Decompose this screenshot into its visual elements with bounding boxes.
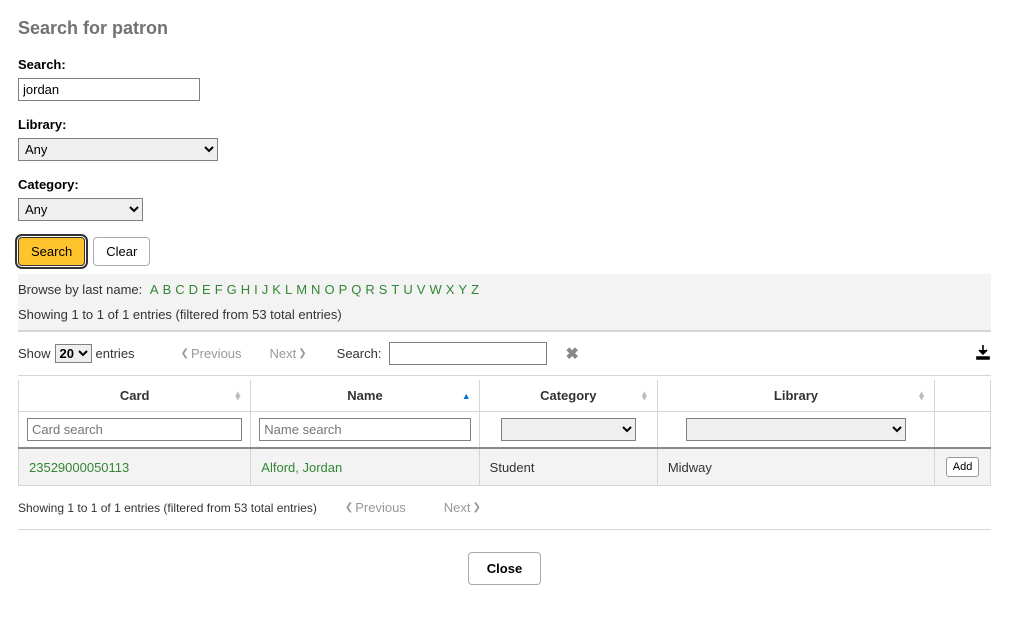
table-row: 23529000050113 Alford, Jordan Student Mi… [19, 448, 991, 486]
browse-letter-t[interactable]: T [391, 282, 399, 297]
show-entries-select[interactable]: 20 [55, 344, 92, 363]
column-header-library[interactable]: Library ▲▼ [657, 380, 934, 412]
browse-letter-d[interactable]: D [189, 282, 198, 297]
card-filter-input[interactable] [27, 418, 242, 441]
browse-letter-e[interactable]: E [202, 282, 211, 297]
browse-letter-h[interactable]: H [241, 282, 250, 297]
browse-letter-l[interactable]: L [285, 282, 292, 297]
results-info-top: Showing 1 to 1 of 1 entries (filtered fr… [18, 297, 991, 322]
browse-letter-y[interactable]: Y [458, 282, 467, 297]
search-button[interactable]: Search [18, 237, 85, 266]
chevron-left-icon: ❮ [345, 502, 353, 513]
browse-letter-p[interactable]: P [339, 282, 348, 297]
add-button[interactable]: Add [946, 457, 980, 477]
chevron-right-icon: ❯ [298, 348, 306, 359]
browse-letter-k[interactable]: K [272, 282, 281, 297]
browse-letter-w[interactable]: W [429, 282, 441, 297]
page-title: Search for patron [18, 18, 991, 39]
search-label: Search: [18, 57, 991, 72]
category-select[interactable]: Any [18, 198, 143, 221]
browse-letter-s[interactable]: S [379, 282, 388, 297]
results-info-bottom: Showing 1 to 1 of 1 entries (filtered fr… [18, 501, 317, 515]
chevron-right-icon: ❯ [473, 502, 481, 513]
browse-letter-b[interactable]: B [163, 282, 172, 297]
column-header-actions [935, 380, 991, 412]
browse-letter-a[interactable]: A [150, 282, 159, 297]
browse-letter-q[interactable]: Q [351, 282, 361, 297]
browse-letter-j[interactable]: J [262, 282, 269, 297]
next-button-top[interactable]: Next ❯ [260, 346, 317, 361]
category-cell: Student [479, 448, 657, 486]
browse-letter-f[interactable]: F [215, 282, 223, 297]
name-filter-input[interactable] [259, 418, 470, 441]
category-filter-select[interactable] [501, 418, 636, 441]
browse-letter-c[interactable]: C [175, 282, 184, 297]
download-icon[interactable] [975, 344, 991, 363]
library-label: Library: [18, 117, 991, 132]
browse-letter-u[interactable]: U [403, 282, 412, 297]
previous-button-bottom[interactable]: ❮ Previous [335, 500, 416, 515]
clear-search-icon[interactable]: ✖ [565, 344, 578, 364]
entries-label: entries [96, 346, 135, 361]
show-label: Show [18, 346, 51, 361]
browse-letter-v[interactable]: V [417, 282, 426, 297]
library-filter-select[interactable] [686, 418, 906, 441]
name-link[interactable]: Alford, Jordan [261, 460, 342, 475]
browse-letter-m[interactable]: M [296, 282, 307, 297]
browse-letter-z[interactable]: Z [471, 282, 479, 297]
chevron-left-icon: ❮ [181, 348, 189, 359]
previous-button-top[interactable]: ❮ Previous [171, 346, 252, 361]
library-cell: Midway [657, 448, 934, 486]
close-button[interactable]: Close [468, 552, 541, 585]
browse-label: Browse by last name: [18, 282, 142, 297]
browse-letter-i[interactable]: I [254, 282, 258, 297]
card-link[interactable]: 23529000050113 [29, 460, 129, 475]
browse-letter-o[interactable]: O [324, 282, 334, 297]
column-header-category[interactable]: Category ▲▼ [479, 380, 657, 412]
table-search-label: Search: [337, 346, 382, 361]
browse-letter-n[interactable]: N [311, 282, 320, 297]
browse-letter-g[interactable]: G [227, 282, 237, 297]
next-button-bottom[interactable]: Next ❯ [434, 500, 491, 515]
column-header-card[interactable]: Card ▲▼ [19, 380, 251, 412]
browse-letter-r[interactable]: R [365, 282, 374, 297]
clear-button[interactable]: Clear [93, 237, 150, 266]
library-select[interactable]: Any [18, 138, 218, 161]
category-label: Category: [18, 177, 991, 192]
table-search-input[interactable] [389, 342, 547, 365]
browse-letter-x[interactable]: X [446, 282, 455, 297]
search-input[interactable] [18, 78, 200, 101]
column-header-name[interactable]: Name ▲ [251, 380, 479, 412]
